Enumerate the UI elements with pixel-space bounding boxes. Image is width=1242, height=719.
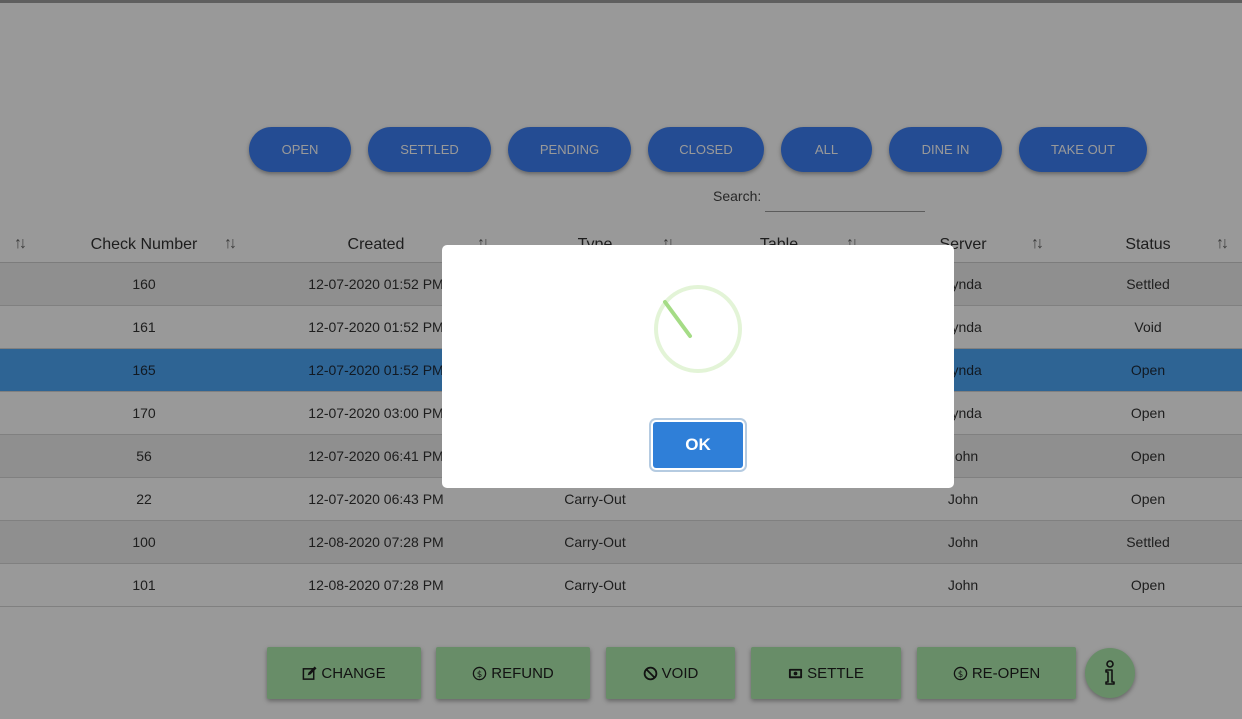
loading-spinner-icon <box>654 285 742 373</box>
loading-dialog: OK <box>442 245 954 488</box>
ok-button[interactable]: OK <box>653 422 743 468</box>
